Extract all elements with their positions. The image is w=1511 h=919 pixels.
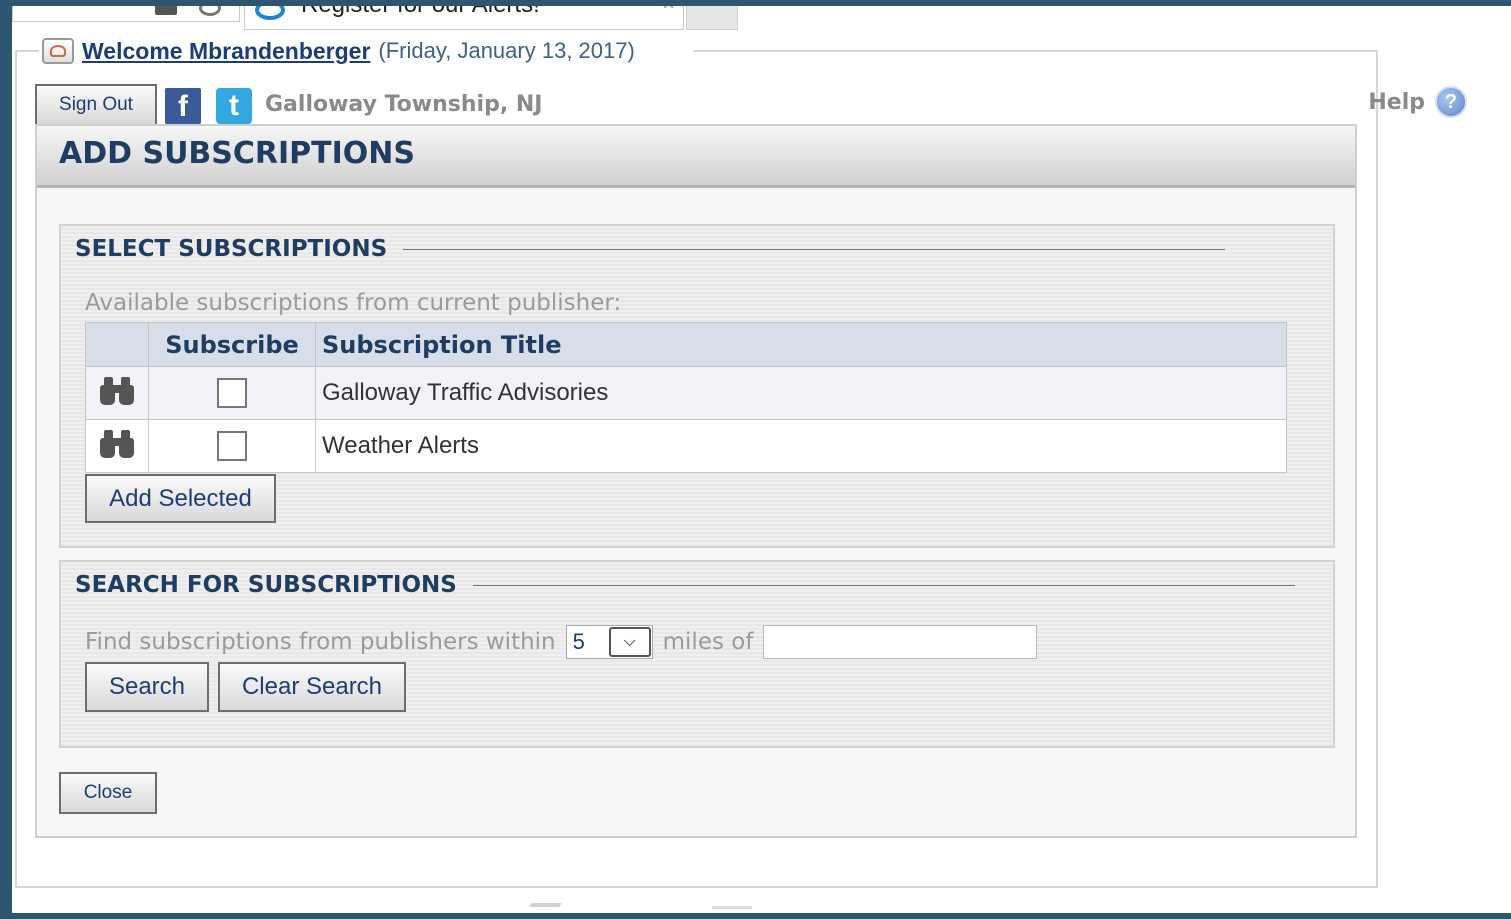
select-subscriptions-title: SELECT SUBSCRIPTIONS	[75, 236, 388, 262]
miles-select[interactable]: 5 ⌵	[565, 625, 653, 659]
browser-tab-active[interactable]: Register for our Alerts! ×	[244, 6, 684, 30]
welcome-link[interactable]: Welcome Mbrandenberger	[82, 38, 370, 65]
new-tab-button[interactable]	[686, 6, 738, 30]
subscriptions-table: Subscribe Subscription Title Galloway Tr…	[85, 322, 1287, 473]
browser-tab-title: Register for our Alerts!	[301, 6, 540, 19]
miles-value[interactable]: 5	[567, 626, 608, 658]
help-icon[interactable]: ?	[1435, 86, 1467, 118]
sign-out-button[interactable]: Sign Out	[35, 84, 157, 126]
page: Register for our Alerts! × Welcome Mbran…	[12, 6, 1511, 919]
browser-tab-strip: Register for our Alerts! ×	[12, 6, 772, 30]
close-button[interactable]: Close	[59, 772, 157, 814]
help-link[interactable]: Help ?	[1368, 86, 1467, 118]
search-subscriptions-section: SEARCH FOR SUBSCRIPTIONS Find subscripti…	[59, 560, 1335, 748]
table-row: Weather Alerts	[85, 419, 1287, 473]
background-decoration	[522, 903, 562, 919]
publisher-name: Galloway Township, NJ	[265, 92, 543, 117]
available-subscriptions-hint: Available subscriptions from current pub…	[85, 290, 622, 316]
table-header-row: Subscribe Subscription Title	[85, 322, 1287, 367]
miles-of-label: miles of	[662, 629, 754, 655]
divider	[472, 584, 1295, 586]
browser-tab-controls	[12, 6, 240, 22]
clear-search-button[interactable]: Clear Search	[218, 662, 406, 712]
location-input[interactable]	[763, 625, 1038, 659]
panel-header: ADD SUBSCRIPTIONS	[37, 126, 1355, 188]
subscription-title: Weather Alerts	[315, 419, 1287, 473]
find-label: Find subscriptions from publishers withi…	[85, 629, 556, 655]
column-header-icon	[85, 322, 149, 367]
column-header-title: Subscription Title	[315, 322, 1287, 367]
select-subscriptions-section: SELECT SUBSCRIPTIONS Available subscript…	[59, 224, 1335, 548]
refresh-icon[interactable]	[199, 6, 221, 16]
search-button[interactable]: Search	[85, 662, 209, 712]
binoculars-icon[interactable]	[99, 428, 135, 458]
search-row: Find subscriptions from publishers withi…	[85, 624, 1038, 660]
welcome-bar: Welcome Mbrandenberger (Friday, January …	[40, 36, 637, 66]
user-icon	[42, 38, 74, 64]
chevron-down-icon[interactable]: ⌵	[608, 627, 651, 657]
tab-close-icon[interactable]: ×	[662, 6, 675, 17]
subscription-title: Galloway Traffic Advisories	[315, 366, 1287, 420]
subscribe-checkbox[interactable]	[217, 431, 247, 461]
panel-title: ADD SUBSCRIPTIONS	[59, 136, 416, 171]
add-selected-button[interactable]: Add Selected	[85, 474, 276, 523]
welcome-date: (Friday, January 13, 2017)	[378, 38, 635, 63]
divider	[403, 248, 1226, 250]
background-decoration	[712, 906, 752, 916]
add-subscriptions-panel: ADD SUBSCRIPTIONS SELECT SUBSCRIPTIONS A…	[35, 124, 1357, 838]
search-subscriptions-title: SEARCH FOR SUBSCRIPTIONS	[75, 572, 457, 598]
column-header-subscribe: Subscribe	[148, 322, 316, 367]
binoculars-icon[interactable]	[99, 375, 135, 405]
tab-toolbar-icon[interactable]	[155, 6, 177, 15]
help-label[interactable]: Help	[1368, 90, 1425, 115]
subscribe-checkbox[interactable]	[217, 378, 247, 408]
table-row: Galloway Traffic Advisories	[85, 366, 1287, 420]
twitter-icon[interactable]: t	[216, 88, 252, 124]
facebook-icon[interactable]: f	[165, 88, 201, 124]
ie-icon	[255, 6, 285, 20]
